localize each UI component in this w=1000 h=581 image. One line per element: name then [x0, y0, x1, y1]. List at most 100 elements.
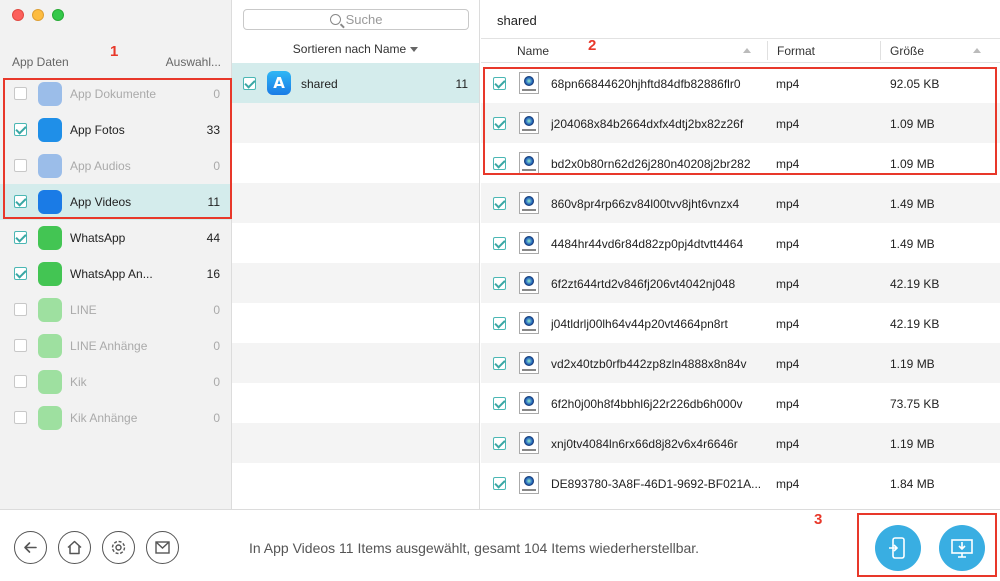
video-file-icon: [519, 312, 539, 334]
line-attachment-icon: [38, 334, 62, 358]
file-checkbox[interactable]: [493, 317, 506, 330]
file-name: 4484hr44vd6r84d82zp0pj4dtvtt4464: [551, 237, 744, 251]
category-item[interactable]: Kik Anhänge 0: [0, 400, 231, 436]
file-checkbox[interactable]: [493, 437, 506, 450]
annotation-label-3: 3: [814, 511, 823, 528]
annotation-box-1: [3, 78, 232, 219]
column-divider[interactable]: [767, 41, 768, 60]
annotation-box-3: [857, 513, 997, 577]
file-checkbox[interactable]: [493, 397, 506, 410]
sort-ascending-icon[interactable]: [973, 48, 981, 53]
back-button[interactable]: [14, 531, 47, 564]
category-checkbox[interactable]: [14, 339, 27, 352]
file-checkbox[interactable]: [493, 237, 506, 250]
file-format: mp4: [776, 237, 800, 251]
back-icon: [24, 542, 37, 553]
search-input[interactable]: Suche: [243, 9, 469, 30]
empty-row: [232, 463, 479, 503]
category-item[interactable]: Kik 0: [0, 364, 231, 400]
sidebar-header-name: App Daten: [12, 55, 69, 69]
file-size: 42.19 KB: [890, 317, 940, 331]
table-row[interactable]: 4484hr44vd6r84d82zp0pj4dtvtt4464 mp4 1.49 …: [481, 223, 1000, 263]
sort-ascending-icon[interactable]: [743, 48, 751, 53]
column-size-header[interactable]: Größe: [890, 44, 924, 58]
annotation-box-2: [483, 67, 997, 175]
file-name: vd2x40tzb0rfb442zp8zln4888x8n84v: [551, 357, 747, 371]
file-checkbox[interactable]: [493, 197, 506, 210]
table-row[interactable]: 860v8pr4rp66zv84l00tvv8jht6vnzx4 mp4 1.49 …: [481, 183, 1000, 223]
file-size: 42.19 KB: [890, 277, 940, 291]
file-name: 860v8pr4rp66zv84l00tvv8jht6vnzx4: [551, 197, 740, 211]
sort-label: Sortieren nach Name: [292, 42, 407, 56]
column-format-header[interactable]: Format: [777, 44, 815, 58]
appstore-icon: A: [267, 71, 291, 95]
table-row[interactable]: DE893780-3A8F-46D1-9692-BF021A... mp4 1.84…: [481, 463, 1000, 503]
file-name: DE893780-3A8F-46D1-9692-BF021A...: [551, 477, 762, 491]
file-format: mp4: [776, 277, 800, 291]
home-button[interactable]: [58, 531, 91, 564]
table-row[interactable]: xnj0tv4084ln6rx66d8j82v6x4r6646r mp4 1.19 …: [481, 423, 1000, 463]
file-size: 1.49 MB: [890, 197, 935, 211]
sort-dropdown[interactable]: Sortieren nach Name: [232, 42, 479, 56]
video-file-icon: [519, 192, 539, 214]
select-all-toggle[interactable]: Auswahl...: [166, 55, 221, 69]
window-maximize-button[interactable]: [52, 9, 64, 21]
category-label: Kik: [70, 375, 87, 389]
file-size: 1.84 MB: [890, 477, 935, 491]
table-row[interactable]: 6f2h0j00h8f4bbhl6j22r226db6h000v mp4 73.75…: [481, 383, 1000, 423]
window-minimize-button[interactable]: [32, 9, 44, 21]
file-format: mp4: [776, 357, 800, 371]
table-row[interactable]: 6f2zt644rtd2v846fj206vt4042nj048 mp4 42.19…: [481, 263, 1000, 303]
bottom-toolbar: In App Videos 11 Items ausgewählt, gesam…: [0, 509, 1000, 581]
window-close-button[interactable]: [12, 9, 24, 21]
whatsapp-attachment-icon: [38, 262, 62, 286]
empty-row: [232, 223, 479, 263]
file-format: mp4: [776, 397, 800, 411]
category-item[interactable]: LINE Anhänge 0: [0, 328, 231, 364]
category-checkbox[interactable]: [14, 411, 27, 424]
video-file-icon: [519, 272, 539, 294]
category-label: Kik Anhänge: [70, 411, 138, 425]
category-count: 16: [206, 267, 220, 281]
search-placeholder: Suche: [345, 12, 383, 27]
category-checkbox[interactable]: [14, 231, 27, 244]
category-item[interactable]: WhatsApp An... 16: [0, 256, 231, 292]
category-checkbox[interactable]: [14, 375, 27, 388]
category-item[interactable]: LINE 0: [0, 292, 231, 328]
folder-item[interactable]: Ashared 11: [232, 63, 479, 103]
folder-list: Ashared 11: [232, 63, 479, 503]
category-sidebar: App Daten Auswahl... App Dokumente 0 App F…: [0, 0, 232, 509]
category-label: LINE Anhänge: [70, 339, 148, 353]
home-icon: [67, 540, 82, 555]
category-label: WhatsApp An...: [70, 267, 153, 281]
file-format: mp4: [776, 437, 800, 451]
empty-row: [232, 423, 479, 463]
file-format: mp4: [776, 197, 800, 211]
column-divider[interactable]: [880, 41, 881, 60]
annotation-label-1: 1: [110, 43, 119, 60]
file-checkbox[interactable]: [493, 277, 506, 290]
file-size: 1.49 MB: [890, 237, 935, 251]
feedback-button[interactable]: [146, 531, 179, 564]
settings-button[interactable]: [102, 531, 135, 564]
file-checkbox[interactable]: [493, 477, 506, 490]
table-row[interactable]: j04tldrlj00lh64v44p20vt4664pn8rt mp4 42.19…: [481, 303, 1000, 343]
file-checkbox[interactable]: [493, 357, 506, 370]
file-name: j04tldrlj00lh64v44p20vt4664pn8rt: [551, 317, 728, 331]
category-item[interactable]: WhatsApp 44: [0, 220, 231, 256]
table-row[interactable]: vd2x40tzb0rfb442zp8zln4888x8n84v mp4 1.19 …: [481, 343, 1000, 383]
empty-row: [232, 263, 479, 303]
category-checkbox[interactable]: [14, 303, 27, 316]
category-checkbox[interactable]: [14, 267, 27, 280]
file-size: 73.75 KB: [890, 397, 940, 411]
video-file-icon: [519, 432, 539, 454]
empty-row: [232, 183, 479, 223]
settings-icon: [111, 540, 126, 555]
category-count: 0: [213, 375, 220, 389]
video-file-icon: [519, 352, 539, 374]
empty-row: [232, 103, 479, 143]
column-name-header[interactable]: Name: [517, 44, 549, 58]
line-icon: [38, 298, 62, 322]
folder-checkbox[interactable]: [243, 77, 256, 90]
empty-row: [232, 143, 479, 183]
